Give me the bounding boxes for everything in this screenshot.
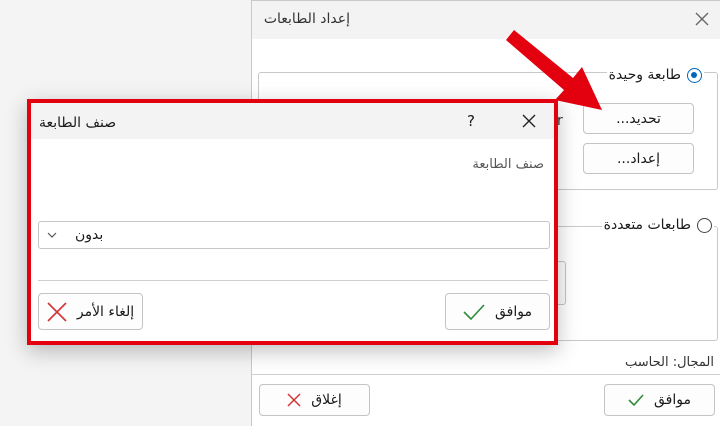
close-icon[interactable] [692,9,712,29]
printer-setup-button[interactable]: إعداد... [583,143,694,174]
radio-selected-icon [687,67,702,83]
printer-setup-title: إعداد الطابعات [263,11,350,27]
radio-unselected-icon [697,217,712,233]
close-button-label: إغلاق [311,392,342,408]
cancel-button-label: إلغاء الأمر [76,303,135,320]
printer-class-combobox[interactable]: بدون [38,221,550,249]
ok-button-label: موافق [495,303,532,320]
single-printer-label: طابعة وحيدة [608,67,681,83]
close-button[interactable]: إغلاق [259,384,370,416]
printer-class-title: صنف الطابعة [39,115,117,131]
ok-button[interactable]: موافق [445,293,550,330]
ok-button[interactable]: موافق [604,384,715,416]
printer-class-label: صنف الطابعة [472,157,544,172]
ok-button-label: موافق [654,392,691,408]
cancel-button[interactable]: إلغاء الأمر [38,293,143,330]
separator [38,280,548,281]
chevron-down-icon [47,232,57,238]
x-icon [47,301,67,322]
scope-label: المجال: الحاسب [625,355,714,370]
multiple-printers-radio[interactable]: طابعات متعددة [601,217,714,233]
help-button[interactable]: ? [467,112,475,130]
separator [252,374,720,375]
printer-class-dialog: صنف الطابعة ? صنف الطابعة بدون إلغاء الأ… [27,99,558,345]
printer-setup-titlebar: إعداد الطابعات [252,1,720,39]
multiple-printers-label: طابعات متعددة [603,217,691,233]
close-icon[interactable] [521,113,537,129]
checkmark-icon [628,394,644,407]
single-printer-radio[interactable]: طابعة وحيدة [606,67,704,83]
x-icon [287,393,301,407]
combobox-value: بدون [75,227,104,243]
checkmark-icon [463,303,485,320]
printer-class-titlebar: صنف الطابعة ? [31,103,554,139]
